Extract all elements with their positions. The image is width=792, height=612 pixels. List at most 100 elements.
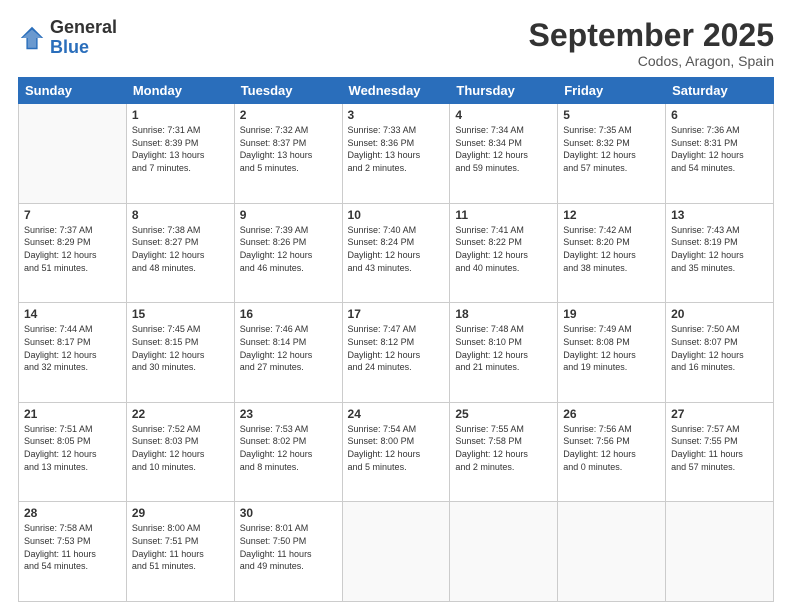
- weekday-header-row: SundayMondayTuesdayWednesdayThursdayFrid…: [19, 78, 774, 104]
- weekday-header-friday: Friday: [558, 78, 666, 104]
- day-number: 3: [348, 108, 445, 122]
- header: General Blue September 2025 Codos, Arago…: [18, 18, 774, 69]
- day-info: Sunrise: 7:49 AM Sunset: 8:08 PM Dayligh…: [563, 323, 660, 373]
- calendar-cell: [19, 104, 127, 204]
- month-title: September 2025: [529, 18, 774, 53]
- day-info: Sunrise: 7:57 AM Sunset: 7:55 PM Dayligh…: [671, 423, 768, 473]
- day-info: Sunrise: 7:37 AM Sunset: 8:29 PM Dayligh…: [24, 224, 121, 274]
- day-info: Sunrise: 7:34 AM Sunset: 8:34 PM Dayligh…: [455, 124, 552, 174]
- logo: General Blue: [18, 18, 117, 58]
- calendar-cell: 29 Sunrise: 8:00 AM Sunset: 7:51 PM Dayli…: [126, 502, 234, 602]
- day-number: 7: [24, 208, 121, 222]
- day-info: Sunrise: 7:53 AM Sunset: 8:02 PM Dayligh…: [240, 423, 337, 473]
- day-info: Sunrise: 8:00 AM Sunset: 7:51 PM Dayligh…: [132, 522, 229, 572]
- calendar-cell: 2 Sunrise: 7:32 AM Sunset: 8:37 PM Daylig…: [234, 104, 342, 204]
- day-number: 9: [240, 208, 337, 222]
- day-info: Sunrise: 7:48 AM Sunset: 8:10 PM Dayligh…: [455, 323, 552, 373]
- day-info: Sunrise: 7:31 AM Sunset: 8:39 PM Dayligh…: [132, 124, 229, 174]
- day-info: Sunrise: 7:46 AM Sunset: 8:14 PM Dayligh…: [240, 323, 337, 373]
- calendar-cell: 1 Sunrise: 7:31 AM Sunset: 8:39 PM Daylig…: [126, 104, 234, 204]
- week-row-4: 21 Sunrise: 7:51 AM Sunset: 8:05 PM Dayli…: [19, 402, 774, 502]
- calendar-cell: 11 Sunrise: 7:41 AM Sunset: 8:22 PM Dayli…: [450, 203, 558, 303]
- calendar-cell: 21 Sunrise: 7:51 AM Sunset: 8:05 PM Dayli…: [19, 402, 127, 502]
- day-info: Sunrise: 7:40 AM Sunset: 8:24 PM Dayligh…: [348, 224, 445, 274]
- day-number: 1: [132, 108, 229, 122]
- calendar-cell: 12 Sunrise: 7:42 AM Sunset: 8:20 PM Dayli…: [558, 203, 666, 303]
- day-number: 16: [240, 307, 337, 321]
- day-info: Sunrise: 7:33 AM Sunset: 8:36 PM Dayligh…: [348, 124, 445, 174]
- weekday-header-sunday: Sunday: [19, 78, 127, 104]
- calendar-page: General Blue September 2025 Codos, Arago…: [0, 0, 792, 612]
- calendar-cell: 5Sunrise: 7:35 AM Sunset: 8:32 PM Daylig…: [558, 104, 666, 204]
- day-info: Sunrise: 7:43 AM Sunset: 8:19 PM Dayligh…: [671, 224, 768, 274]
- day-info: Sunrise: 7:56 AM Sunset: 7:56 PM Dayligh…: [563, 423, 660, 473]
- day-number: 11: [455, 208, 552, 222]
- calendar-cell: 30Sunrise: 8:01 AM Sunset: 7:50 PM Dayli…: [234, 502, 342, 602]
- weekday-header-thursday: Thursday: [450, 78, 558, 104]
- day-info: Sunrise: 7:51 AM Sunset: 8:05 PM Dayligh…: [24, 423, 121, 473]
- day-info: Sunrise: 7:41 AM Sunset: 8:22 PM Dayligh…: [455, 224, 552, 274]
- calendar-cell: 17 Sunrise: 7:47 AM Sunset: 8:12 PM Dayli…: [342, 303, 450, 403]
- logo-general: General: [50, 18, 117, 38]
- calendar-cell: 8 Sunrise: 7:38 AM Sunset: 8:27 PM Daylig…: [126, 203, 234, 303]
- calendar-cell: 13 Sunrise: 7:43 AM Sunset: 8:19 PM Dayli…: [666, 203, 774, 303]
- day-info: Sunrise: 7:54 AM Sunset: 8:00 PM Dayligh…: [348, 423, 445, 473]
- calendar-cell: 24 Sunrise: 7:54 AM Sunset: 8:00 PM Dayli…: [342, 402, 450, 502]
- calendar-cell: 26 Sunrise: 7:56 AM Sunset: 7:56 PM Dayli…: [558, 402, 666, 502]
- logo-blue: Blue: [50, 38, 117, 58]
- day-number: 26: [563, 407, 660, 421]
- day-info: Sunrise: 7:45 AM Sunset: 8:15 PM Dayligh…: [132, 323, 229, 373]
- day-info: Sunrise: 7:58 AM Sunset: 7:53 PM Dayligh…: [24, 522, 121, 572]
- day-number: 13: [671, 208, 768, 222]
- day-number: 20: [671, 307, 768, 321]
- day-info: Sunrise: 7:47 AM Sunset: 8:12 PM Dayligh…: [348, 323, 445, 373]
- day-info: Sunrise: 7:36 AM Sunset: 8:31 PM Dayligh…: [671, 124, 768, 174]
- calendar-cell: 10 Sunrise: 7:40 AM Sunset: 8:24 PM Dayli…: [342, 203, 450, 303]
- day-number: 27: [671, 407, 768, 421]
- week-row-2: 7 Sunrise: 7:37 AM Sunset: 8:29 PM Daylig…: [19, 203, 774, 303]
- calendar-cell: 3 Sunrise: 7:33 AM Sunset: 8:36 PM Daylig…: [342, 104, 450, 204]
- calendar-cell: 22Sunrise: 7:52 AM Sunset: 8:03 PM Dayli…: [126, 402, 234, 502]
- day-number: 24: [348, 407, 445, 421]
- day-info: Sunrise: 7:35 AM Sunset: 8:32 PM Dayligh…: [563, 124, 660, 174]
- calendar-cell: 6 Sunrise: 7:36 AM Sunset: 8:31 PM Daylig…: [666, 104, 774, 204]
- day-info: Sunrise: 7:39 AM Sunset: 8:26 PM Dayligh…: [240, 224, 337, 274]
- calendar-table: SundayMondayTuesdayWednesdayThursdayFrid…: [18, 77, 774, 602]
- calendar-cell: 15Sunrise: 7:45 AM Sunset: 8:15 PM Dayli…: [126, 303, 234, 403]
- day-number: 6: [671, 108, 768, 122]
- calendar-cell: [558, 502, 666, 602]
- day-number: 12: [563, 208, 660, 222]
- calendar-cell: 7 Sunrise: 7:37 AM Sunset: 8:29 PM Daylig…: [19, 203, 127, 303]
- day-number: 21: [24, 407, 121, 421]
- day-info: Sunrise: 7:44 AM Sunset: 8:17 PM Dayligh…: [24, 323, 121, 373]
- day-number: 10: [348, 208, 445, 222]
- day-number: 17: [348, 307, 445, 321]
- day-number: 29: [132, 506, 229, 520]
- week-row-5: 28Sunrise: 7:58 AM Sunset: 7:53 PM Dayli…: [19, 502, 774, 602]
- calendar-cell: 4Sunrise: 7:34 AM Sunset: 8:34 PM Daylig…: [450, 104, 558, 204]
- weekday-header-wednesday: Wednesday: [342, 78, 450, 104]
- calendar-cell: 28Sunrise: 7:58 AM Sunset: 7:53 PM Dayli…: [19, 502, 127, 602]
- day-info: Sunrise: 7:55 AM Sunset: 7:58 PM Dayligh…: [455, 423, 552, 473]
- day-number: 23: [240, 407, 337, 421]
- calendar-cell: 20Sunrise: 7:50 AM Sunset: 8:07 PM Dayli…: [666, 303, 774, 403]
- day-info: Sunrise: 7:38 AM Sunset: 8:27 PM Dayligh…: [132, 224, 229, 274]
- week-row-1: 1 Sunrise: 7:31 AM Sunset: 8:39 PM Daylig…: [19, 104, 774, 204]
- day-info: Sunrise: 7:42 AM Sunset: 8:20 PM Dayligh…: [563, 224, 660, 274]
- day-number: 8: [132, 208, 229, 222]
- calendar-cell: 9 Sunrise: 7:39 AM Sunset: 8:26 PM Daylig…: [234, 203, 342, 303]
- calendar-cell: 23 Sunrise: 7:53 AM Sunset: 8:02 PM Dayli…: [234, 402, 342, 502]
- week-row-3: 14Sunrise: 7:44 AM Sunset: 8:17 PM Dayli…: [19, 303, 774, 403]
- day-number: 30: [240, 506, 337, 520]
- calendar-cell: 25Sunrise: 7:55 AM Sunset: 7:58 PM Dayli…: [450, 402, 558, 502]
- day-number: 2: [240, 108, 337, 122]
- calendar-cell: [666, 502, 774, 602]
- day-number: 19: [563, 307, 660, 321]
- day-info: Sunrise: 7:32 AM Sunset: 8:37 PM Dayligh…: [240, 124, 337, 174]
- logo-text: General Blue: [50, 18, 117, 58]
- weekday-header-tuesday: Tuesday: [234, 78, 342, 104]
- location-subtitle: Codos, Aragon, Spain: [529, 53, 774, 69]
- day-info: Sunrise: 7:52 AM Sunset: 8:03 PM Dayligh…: [132, 423, 229, 473]
- weekday-header-monday: Monday: [126, 78, 234, 104]
- calendar-cell: 16 Sunrise: 7:46 AM Sunset: 8:14 PM Dayli…: [234, 303, 342, 403]
